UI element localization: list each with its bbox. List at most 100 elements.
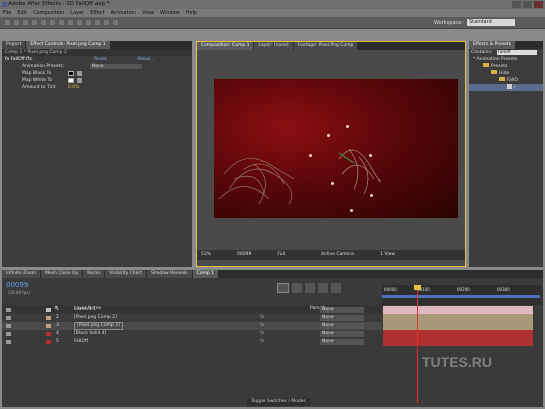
menu-effect[interactable]: Effect	[90, 9, 104, 17]
tab-comp-1[interactable]: Comp 1	[192, 270, 219, 278]
layer-duration-bar[interactable]	[383, 338, 533, 346]
layer-row-selected[interactable]: 3 [Pixel.png Comp 3] fx None	[2, 322, 382, 330]
layer-row[interactable]: 5 FallOff fx None	[2, 338, 382, 346]
layer-row[interactable]: 2 [Pixel.png Comp 2] fx None	[2, 314, 382, 322]
layer-row[interactable]: 1 Camera 1 None	[2, 306, 382, 314]
tree-item[interactable]: Hide	[469, 70, 543, 77]
zoom-tool-icon[interactable]	[22, 19, 29, 26]
camera-tool-icon[interactable]	[40, 19, 47, 26]
tab-visibility-chart[interactable]: Visibility Chart	[105, 270, 146, 278]
composition-viewer[interactable]	[214, 79, 458, 218]
parent-select[interactable]: None	[320, 307, 364, 313]
tab-mesh-close-up[interactable]: Mesh Close Up	[41, 270, 83, 278]
tab-shadow-reveals[interactable]: Shadow Reveals	[146, 270, 192, 278]
time-ruler[interactable]: 00000 00100 00200 00300	[382, 285, 542, 305]
label-color-swatch[interactable]	[46, 332, 51, 336]
parent-select[interactable]: None	[320, 323, 364, 329]
map-black-swatch[interactable]	[68, 71, 74, 76]
pan-behind-tool-icon[interactable]	[49, 19, 56, 26]
search-input[interactable]: falloff	[497, 50, 537, 55]
pen-tool-icon[interactable]	[67, 19, 74, 26]
menu-help[interactable]: Help	[186, 9, 197, 17]
hand-tool-icon[interactable]	[13, 19, 20, 26]
playhead[interactable]	[417, 285, 418, 403]
visibility-eye-icon[interactable]	[6, 308, 11, 312]
visibility-eye-icon[interactable]	[6, 340, 11, 344]
fx-switch-icon[interactable]: fx	[260, 314, 264, 322]
tab-project[interactable]: Project	[2, 41, 26, 49]
layer-name[interactable]: Camera 1	[74, 306, 96, 314]
graph-editor-icon[interactable]	[331, 283, 341, 293]
tab-infinite-zoom[interactable]: Infinite Zoom	[2, 270, 41, 278]
text-tool-icon[interactable]	[76, 19, 83, 26]
layer-duration-bar[interactable]	[383, 314, 533, 322]
menu-window[interactable]: Window	[160, 9, 180, 17]
layer-name[interactable]: [Pixel.png Comp 3]	[74, 322, 123, 330]
label-color-swatch[interactable]	[46, 308, 51, 312]
fx-switch-icon[interactable]: fx	[260, 338, 264, 346]
label-color-swatch[interactable]	[46, 324, 51, 328]
minimize-button[interactable]	[512, 1, 521, 8]
keyframe-dot[interactable]	[331, 182, 334, 185]
keyframe-dot[interactable]	[350, 209, 353, 212]
layer-name[interactable]: [Pixel.png Comp 2]	[74, 314, 117, 322]
tree-item-selected[interactable]: f	[469, 84, 543, 91]
motion-blur-icon[interactable]	[318, 283, 328, 293]
tab-effect-controls[interactable]: Effect Controls: Pixel.png Comp 1	[26, 41, 110, 49]
menu-layer[interactable]: Layer	[70, 9, 84, 17]
timeline-timecode[interactable]: 00099	[6, 281, 28, 289]
brush-tool-icon[interactable]	[85, 19, 92, 26]
tree-item[interactable]: FallO	[469, 77, 543, 84]
tab-layer[interactable]: Layer: (none)	[254, 42, 293, 50]
menu-edit[interactable]: Edit	[17, 9, 27, 17]
keyframe-dot[interactable]	[369, 154, 372, 157]
label-color-swatch[interactable]	[46, 340, 51, 344]
zoom-select[interactable]: 53%	[201, 250, 211, 260]
menu-file[interactable]: File	[3, 9, 11, 17]
layer-row[interactable]: 4 [Black Solid 4] fx None	[2, 330, 382, 338]
keyframe-dot[interactable]	[309, 154, 312, 157]
tree-item[interactable]: * Animation Presets	[469, 56, 543, 63]
playhead-handle[interactable]	[414, 285, 421, 290]
draft-3d-icon[interactable]	[277, 283, 289, 293]
visibility-eye-icon[interactable]	[6, 324, 11, 328]
selection-tool-icon[interactable]	[4, 19, 11, 26]
parent-select[interactable]: None	[320, 331, 364, 337]
layer-name[interactable]: FallOff	[74, 338, 88, 346]
menu-view[interactable]: View	[142, 9, 154, 17]
amount-tint-value[interactable]: 0.0%	[68, 84, 79, 91]
label-color-swatch[interactable]	[46, 316, 51, 320]
keyframe-dot[interactable]	[370, 194, 373, 197]
rotate-tool-icon[interactable]	[31, 19, 38, 26]
tab-rocks[interactable]: Rocks	[83, 270, 105, 278]
tab-effects-presets[interactable]: Effects & Presets	[469, 41, 516, 49]
menu-animation[interactable]: Animation	[111, 9, 137, 17]
views-select[interactable]: 1 View	[380, 250, 395, 260]
fx-switch-icon[interactable]: fx	[260, 330, 264, 338]
toggle-switches-modes-button[interactable]: Toggle Switches / Modes	[247, 398, 310, 406]
parent-select[interactable]: None	[320, 315, 364, 321]
rectangle-tool-icon[interactable]	[58, 19, 65, 26]
viewer-timecode[interactable]: 00099	[237, 250, 251, 260]
keyframe-dot[interactable]	[346, 125, 349, 128]
layer-name[interactable]: [Black Solid 4]	[74, 330, 106, 338]
visibility-eye-icon[interactable]	[6, 316, 11, 320]
resolution-select[interactable]: Full	[277, 250, 285, 260]
workspace-select[interactable]: Standard	[467, 19, 515, 26]
parent-select[interactable]: None	[320, 339, 364, 345]
puppet-pin-tool-icon[interactable]	[112, 19, 119, 26]
tree-item[interactable]: Presets	[469, 63, 543, 70]
layer-duration-bar[interactable]	[383, 322, 533, 330]
maximize-button[interactable]	[523, 1, 532, 8]
tab-footage[interactable]: Footage: Pixel.Png Comp	[293, 42, 358, 50]
eyedropper-icon[interactable]	[77, 71, 82, 76]
about-link[interactable]: About...	[137, 56, 155, 63]
layer-duration-bar[interactable]	[383, 330, 533, 338]
layer-duration-bar[interactable]	[383, 306, 533, 314]
frame-blending-icon[interactable]	[305, 283, 315, 293]
animation-presets-select[interactable]: None	[90, 64, 142, 69]
effect-row[interactable]: fx FallOff.ffx Reset About...	[2, 56, 192, 63]
work-area-bar[interactable]	[382, 295, 540, 298]
close-button[interactable]	[534, 1, 543, 8]
keyframe-dot[interactable]	[327, 134, 330, 137]
